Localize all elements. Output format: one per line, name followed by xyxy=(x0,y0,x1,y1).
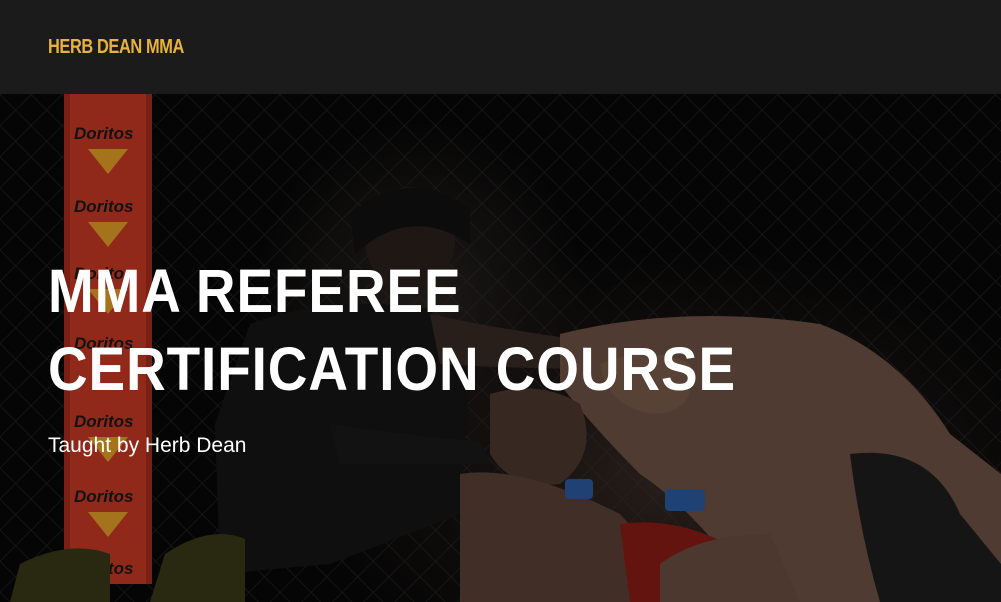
hero-title: MMA REFEREE CERTIFICATION COURSE xyxy=(48,257,736,403)
hero-subtitle: Taught by Herb Dean xyxy=(48,434,247,457)
brand-logo-link[interactable]: HERB DEAN MMA xyxy=(48,36,184,59)
site-header: HERB DEAN MMA xyxy=(0,0,1001,94)
hero-section: Doritos Doritos Doritos Doritos Doritos … xyxy=(0,94,1001,602)
